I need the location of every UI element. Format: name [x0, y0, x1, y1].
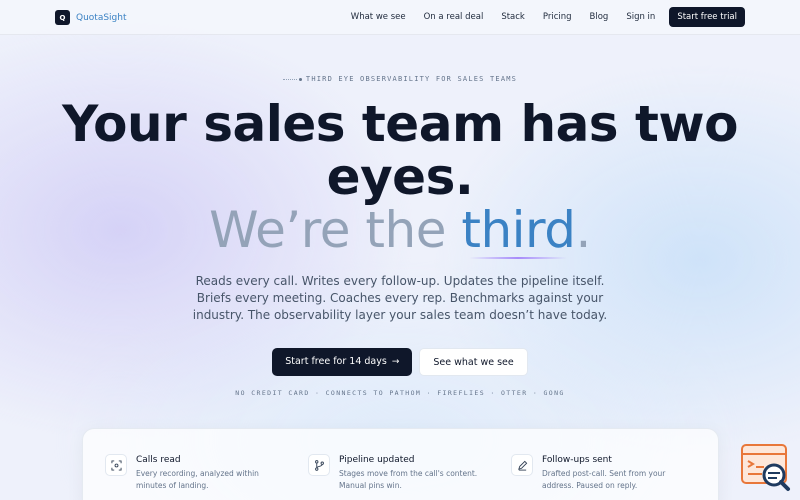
hero-eyebrow: THIRD EYE OBSERVABILITY FOR SALES TEAMS — [0, 75, 800, 83]
scan-icon — [105, 454, 127, 476]
nav-link-pricing[interactable]: Pricing — [543, 12, 572, 22]
eyebrow-leader — [282, 78, 297, 80]
branch-icon — [308, 454, 330, 476]
see-what-we-see-button[interactable]: See what we see — [419, 348, 528, 376]
feature-desc: Every recording, analyzed within minutes… — [136, 469, 259, 490]
feature-title: Follow-ups sent — [542, 455, 612, 465]
eyebrow-dot — [298, 77, 302, 81]
primary-cta-label: Start free for 14 days — [285, 356, 387, 367]
hero-headline: Your sales team has two eyes. — [62, 95, 738, 206]
pencil-icon — [511, 454, 533, 476]
top-nav: Q QuotaSight What we see On a real deal … — [0, 0, 800, 35]
nav-link-stack[interactable]: Stack — [501, 12, 525, 22]
nav-link-what-we-see[interactable]: What we see — [351, 12, 406, 22]
brand-mark: Q — [55, 10, 70, 25]
feature-desc: Drafted post-call. Sent from your addres… — [542, 469, 666, 490]
arrow-right-icon: → — [391, 357, 400, 367]
nav-link-sign-in[interactable]: Sign in — [626, 12, 655, 22]
feature-title: Pipeline updated — [339, 455, 415, 465]
features-card: Calls read Every recording, analyzed wit… — [82, 428, 719, 500]
feature-pipeline-updated: Pipeline updated Stages move from the ca… — [308, 454, 493, 492]
subline-prefix: We’re the — [209, 201, 462, 259]
subline-period: . — [575, 201, 591, 259]
hero-subline: We’re the third. — [0, 201, 800, 259]
start-free-14-days-button[interactable]: Start free for 14 days → — [272, 348, 413, 376]
brand-name: QuotaSight — [76, 12, 127, 23]
feature-desc: Stages move from the call's content. Man… — [339, 469, 478, 490]
brand-logo[interactable]: Q QuotaSight — [55, 10, 127, 25]
nav-links: What we see On a real deal Stack Pricing… — [351, 7, 745, 27]
feature-follow-ups-sent: Follow-ups sent Drafted post-call. Sent … — [511, 454, 696, 492]
hero-cta-row: Start free for 14 days → See what we see — [0, 348, 800, 376]
nav-link-on-a-real-deal[interactable]: On a real deal — [424, 12, 484, 22]
eyebrow-text: THIRD EYE OBSERVABILITY FOR SALES TEAMS — [305, 75, 518, 83]
help-chat-widget-icon[interactable] — [740, 443, 792, 493]
hero-paragraph: Reads every call. Writes every follow-up… — [192, 274, 608, 322]
start-free-trial-button[interactable]: Start free trial — [669, 7, 745, 27]
nav-link-blog[interactable]: Blog — [590, 12, 609, 22]
trust-line: NO CREDIT CARD · CONNECTS TO PATHOM · FI… — [235, 389, 565, 397]
feature-calls-read: Calls read Every recording, analyzed wit… — [105, 454, 290, 492]
subline-highlight: third — [461, 201, 576, 259]
feature-title: Calls read — [136, 455, 181, 465]
